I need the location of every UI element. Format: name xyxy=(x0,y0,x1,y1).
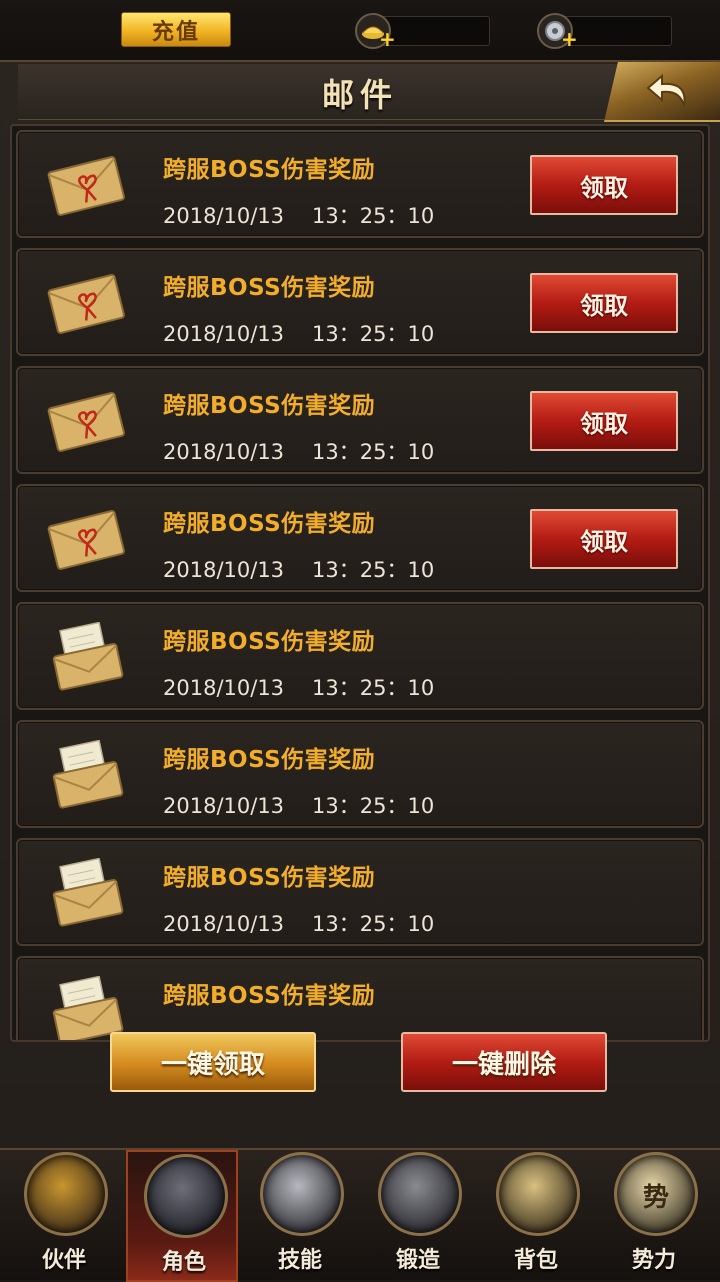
sealed-envelope-icon xyxy=(46,268,126,338)
mail-subject: 跨服BOSS伤害奖励 xyxy=(163,983,376,1009)
claim-button[interactable]: 领取 xyxy=(530,155,678,215)
claim-button[interactable]: 领取 xyxy=(530,391,678,451)
silver-coin-counter: + xyxy=(537,13,672,51)
mail-panel: 邮件 跨服BOSS伤害奖励 2018/10/13 13：25：10 领取 跨服BOSS伤… xyxy=(0,60,720,1150)
sealed-envelope-icon xyxy=(46,150,126,220)
faction-icon: 势 xyxy=(614,1152,698,1236)
opened-envelope-icon xyxy=(46,739,126,810)
recharge-button[interactable]: 充值 xyxy=(121,12,231,47)
mail-item[interactable]: 跨服BOSS伤害奖励 2018/10/13 13：25：10 领取 xyxy=(16,366,704,474)
nav-tab-character[interactable]: 角色 xyxy=(126,1150,238,1282)
nav-tab-bag[interactable]: 背包 xyxy=(480,1150,592,1282)
back-arrow-icon xyxy=(646,73,686,107)
currency-bar: 充值 + + xyxy=(0,0,720,62)
opened-envelope-icon xyxy=(46,857,126,928)
mail-item[interactable]: 跨服BOSS伤害奖励 2018/10/13 13：25：10 领取 xyxy=(16,484,704,592)
mail-datetime: 2018/10/13 13：25：10 xyxy=(163,908,434,938)
mail-time: 13：25：10 xyxy=(312,676,435,700)
mail-subject: 跨服BOSS伤害奖励 xyxy=(163,157,376,183)
mail-subject: 跨服BOSS伤害奖励 xyxy=(163,393,376,419)
add-gold-icon[interactable]: + xyxy=(379,27,396,51)
nav-tab-partner[interactable]: 伙伴 xyxy=(8,1150,120,1282)
mail-date: 2018/10/13 xyxy=(163,558,285,582)
mail-datetime: 2018/10/13 13：25：10 xyxy=(163,672,434,702)
bottom-nav: 伙伴 角色 技能 锻造 背包 势势力 xyxy=(0,1148,720,1282)
partner-icon xyxy=(24,1152,108,1236)
nav-tab-forge[interactable]: 锻造 xyxy=(362,1150,474,1282)
mail-datetime: 2018/10/13 13：25：10 xyxy=(163,436,434,466)
mail-item[interactable]: 跨服BOSS伤害奖励 2018/10/13 13：25：10 xyxy=(16,838,704,946)
claim-all-button[interactable]: 一键领取 xyxy=(110,1032,316,1092)
claim-button[interactable]: 领取 xyxy=(530,509,678,569)
mail-time: 13：25：10 xyxy=(312,912,435,936)
mail-time: 13：25：10 xyxy=(312,558,435,582)
mail-date: 2018/10/13 xyxy=(163,794,285,818)
mail-time: 13：25：10 xyxy=(312,440,435,464)
gold-ingot-counter: + xyxy=(355,13,490,51)
sealed-envelope-icon xyxy=(46,386,126,456)
mail-datetime: 2018/10/13 13：25：10 xyxy=(163,554,434,584)
faction-glyph: 势 xyxy=(642,1183,669,1213)
mail-date: 2018/10/13 xyxy=(163,676,285,700)
nav-label: 角色 xyxy=(161,1250,206,1275)
nav-tab-faction[interactable]: 势势力 xyxy=(598,1150,710,1282)
mail-datetime: 2018/10/13 13：25：10 xyxy=(163,200,434,230)
mail-item[interactable]: 跨服BOSS伤害奖励 xyxy=(16,956,704,1040)
nav-label: 技能 xyxy=(277,1248,322,1273)
bag-icon xyxy=(496,1152,580,1236)
mail-list[interactable]: 跨服BOSS伤害奖励 2018/10/13 13：25：10 领取 跨服BOSS伤害奖励… xyxy=(10,124,710,1042)
back-button[interactable] xyxy=(604,62,720,122)
skill-icon xyxy=(260,1152,344,1236)
mail-date: 2018/10/13 xyxy=(163,912,285,936)
mail-item[interactable]: 跨服BOSS伤害奖励 2018/10/13 13：25：10 领取 xyxy=(16,130,704,238)
delete-all-button[interactable]: 一键删除 xyxy=(401,1032,607,1092)
nav-label: 伙伴 xyxy=(41,1248,86,1273)
mail-subject: 跨服BOSS伤害奖励 xyxy=(163,747,376,773)
mail-time: 13：25：10 xyxy=(312,322,435,346)
mail-item[interactable]: 跨服BOSS伤害奖励 2018/10/13 13：25：10 xyxy=(16,720,704,828)
mail-subject: 跨服BOSS伤害奖励 xyxy=(163,275,376,301)
nav-label: 锻造 xyxy=(395,1248,440,1273)
nav-label: 势力 xyxy=(631,1248,676,1273)
claim-button[interactable]: 领取 xyxy=(530,273,678,333)
character-icon xyxy=(144,1154,228,1238)
mail-subject: 跨服BOSS伤害奖励 xyxy=(163,629,376,655)
mail-datetime: 2018/10/13 13：25：10 xyxy=(163,790,434,820)
mail-date: 2018/10/13 xyxy=(163,440,285,464)
sealed-envelope-icon xyxy=(46,504,126,574)
forge-icon xyxy=(378,1152,462,1236)
mail-time: 13：25：10 xyxy=(312,794,435,818)
mail-subject: 跨服BOSS伤害奖励 xyxy=(163,511,376,537)
mail-date: 2018/10/13 xyxy=(163,322,285,346)
nav-label: 背包 xyxy=(513,1248,558,1273)
mail-datetime: 2018/10/13 13：25：10 xyxy=(163,318,434,348)
mail-item[interactable]: 跨服BOSS伤害奖励 2018/10/13 13：25：10 领取 xyxy=(16,248,704,356)
mail-item[interactable]: 跨服BOSS伤害奖励 2018/10/13 13：25：10 xyxy=(16,602,704,710)
opened-envelope-icon xyxy=(46,621,126,692)
add-silver-icon[interactable]: + xyxy=(561,27,578,51)
mail-time: 13：25：10 xyxy=(312,204,435,228)
mail-subject: 跨服BOSS伤害奖励 xyxy=(163,865,376,891)
mail-date: 2018/10/13 xyxy=(163,204,285,228)
nav-tab-skill[interactable]: 技能 xyxy=(244,1150,356,1282)
